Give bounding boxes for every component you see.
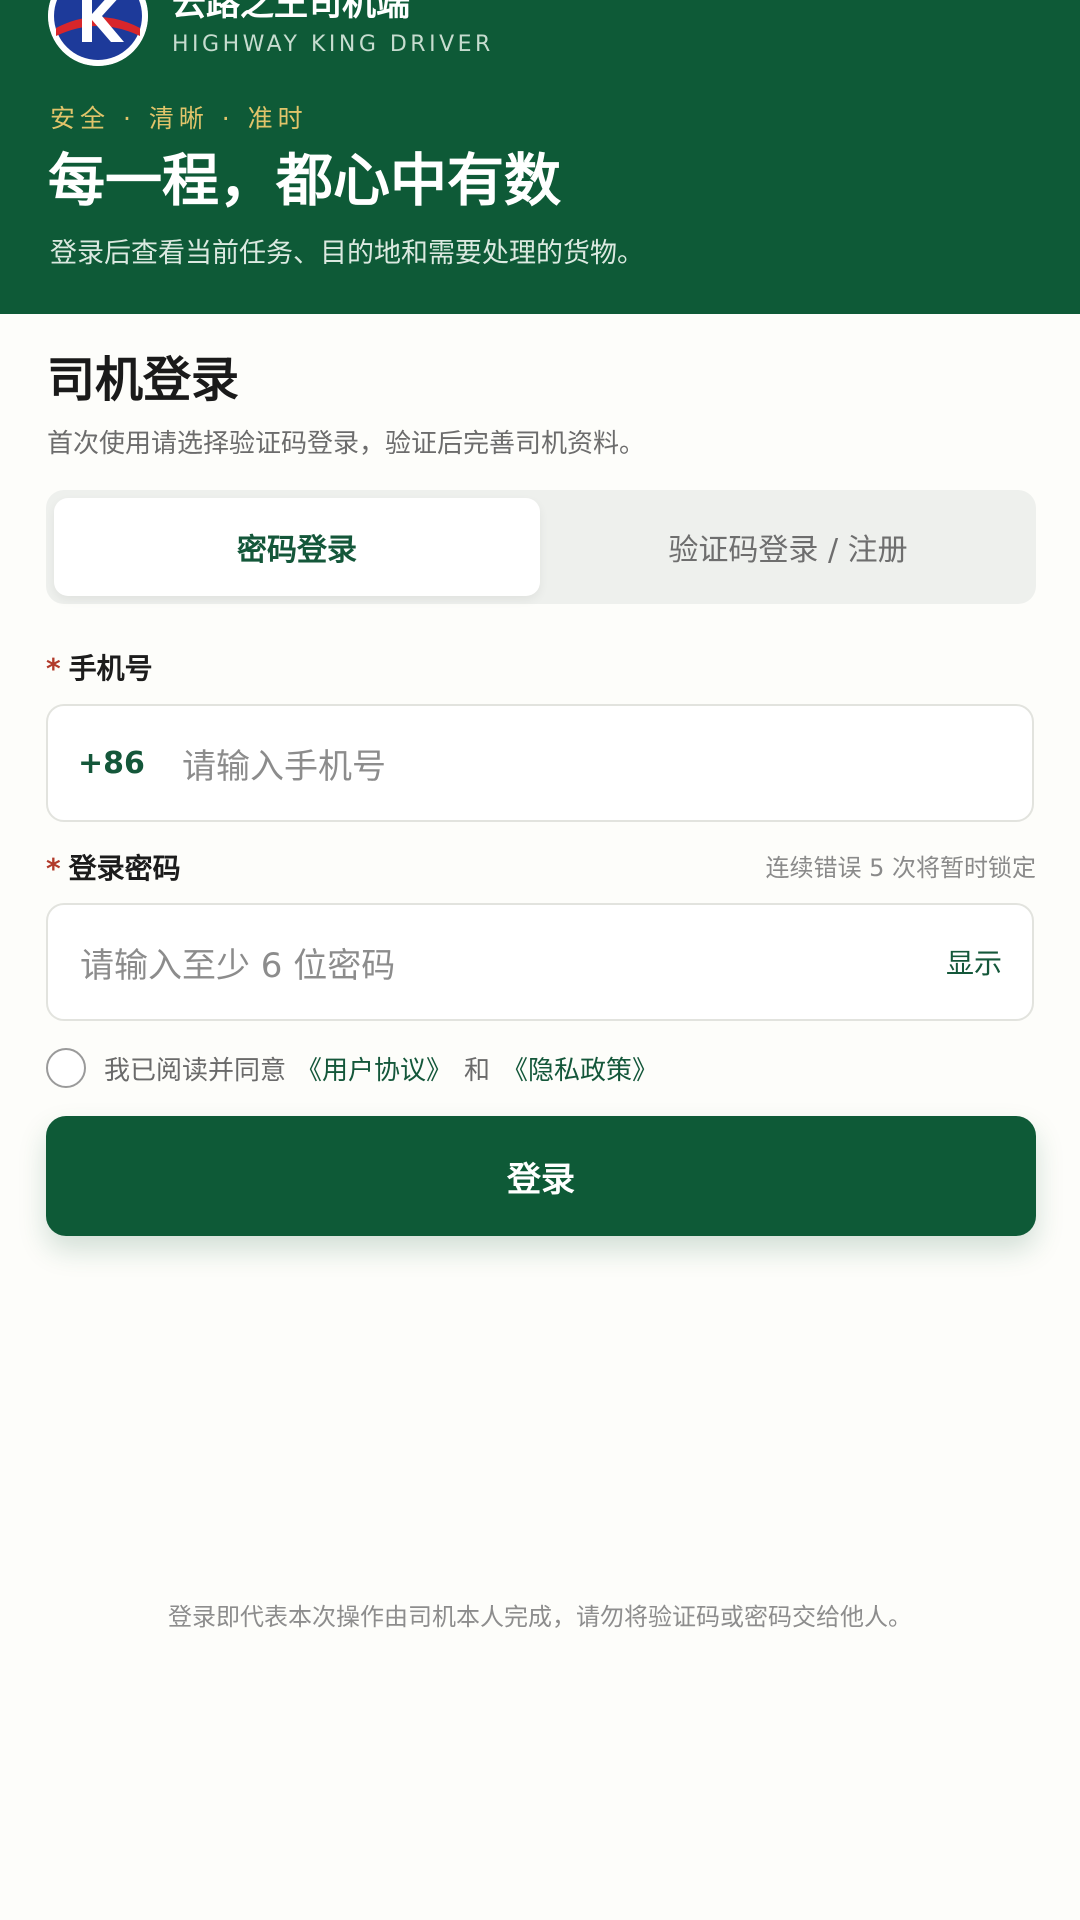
tagline: 安全 · 清晰 · 准时 — [50, 104, 308, 133]
password-input[interactable]: 请输入至少 6 位密码 显示 — [46, 903, 1034, 1021]
required-mark: * — [46, 852, 61, 885]
agreement-and: 和 — [464, 1055, 491, 1086]
user-agreement-link[interactable]: 《用户协议》 — [296, 1050, 452, 1087]
phone-label-text: 手机号 — [68, 652, 153, 685]
tab-sms-login-register[interactable]: 验证码登录 / 注册 — [548, 498, 1028, 596]
agreement-checkbox[interactable] — [46, 1048, 86, 1088]
required-mark: * — [46, 652, 61, 685]
lockout-hint: 连续错误 5 次将暂时锁定 — [765, 854, 1036, 882]
headline: 每一程，都心中有数 — [48, 148, 561, 214]
footer-note: 登录即代表本次操作由司机本人完成，请勿将验证码或密码交给他人。 — [168, 1603, 912, 1631]
header-banner: 云路之王司机端 HIGHWAY KING DRIVER 安全 · 清晰 · 准时… — [0, 0, 1080, 314]
country-code-prefix[interactable]: +86 — [78, 706, 145, 820]
phone-field-label: * 手机号 — [46, 651, 153, 687]
password-input-placeholder[interactable]: 请输入至少 6 位密码 — [80, 905, 395, 1019]
password-field-label: * 登录密码 — [46, 851, 181, 887]
header-description: 登录后查看当前任务、目的地和需要处理的货物。 — [50, 238, 644, 269]
app-title: 云路之王司机端 — [172, 0, 410, 24]
app-subtitle: HIGHWAY KING DRIVER — [172, 32, 494, 57]
phone-input-placeholder[interactable]: 请输入手机号 — [182, 706, 386, 820]
show-password-button[interactable]: 显示 — [946, 905, 1002, 1019]
highway-king-logo-icon — [48, 0, 148, 66]
password-label-text: 登录密码 — [68, 852, 181, 885]
tab-password-login[interactable]: 密码登录 — [54, 498, 540, 596]
phone-input[interactable]: +86 请输入手机号 — [46, 704, 1034, 822]
login-button[interactable]: 登录 — [46, 1116, 1036, 1236]
page-subtitle: 首次使用请选择验证码登录，验证后完善司机资料。 — [47, 429, 646, 459]
page-title: 司机登录 — [47, 352, 240, 408]
privacy-policy-link[interactable]: 《隐私政策》 — [502, 1050, 658, 1087]
agreement-prefix: 我已阅读并同意 — [104, 1055, 287, 1086]
agreement-row: 我已阅读并同意 《用户协议》 和 《隐私政策》 — [46, 1046, 658, 1090]
login-method-tabs: 密码登录 验证码登录 / 注册 — [46, 490, 1036, 604]
